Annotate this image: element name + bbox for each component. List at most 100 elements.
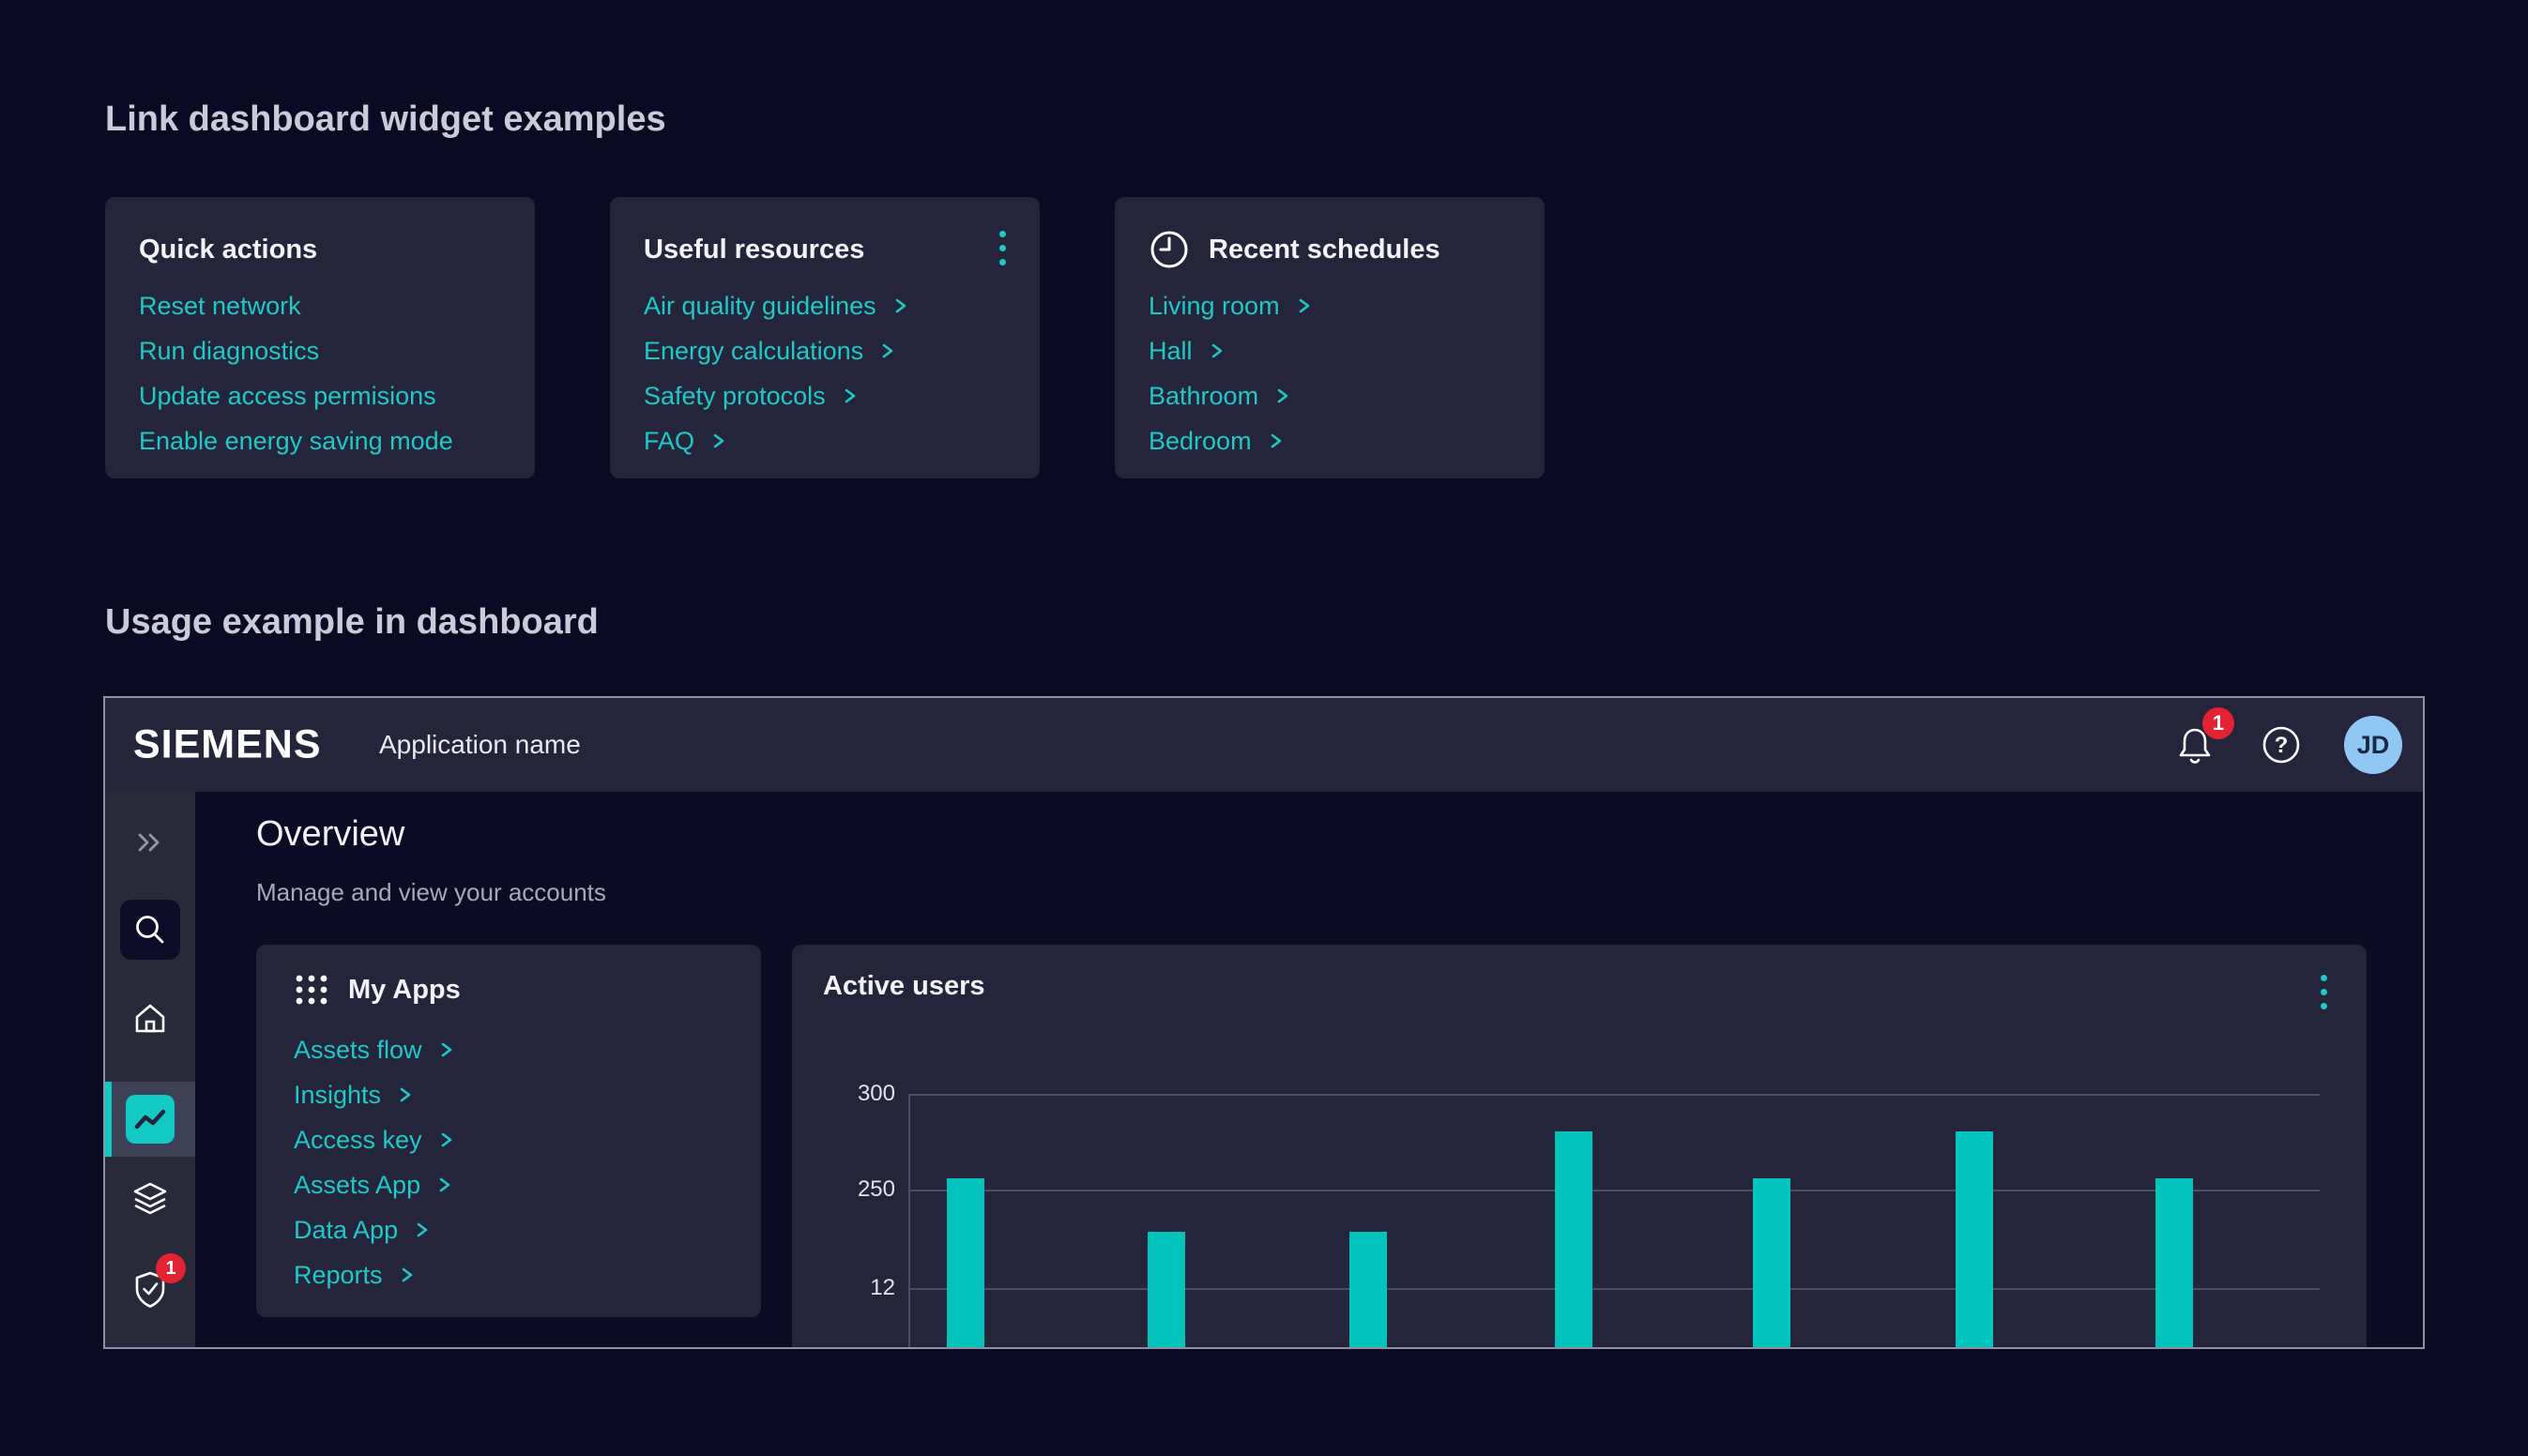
link-item[interactable]: Energy calculations: [644, 328, 1006, 373]
link-chevron-icon: [711, 431, 726, 451]
widget-title: My Apps: [348, 975, 461, 1006]
sidebar-item-layers[interactable]: [105, 1175, 195, 1223]
chart-bar: [2155, 1178, 2193, 1349]
home-icon: [128, 996, 173, 1041]
siemens-logo: SIEMENS: [133, 722, 322, 768]
help-button[interactable]: ?: [2258, 721, 2305, 768]
chart-bar: [1148, 1232, 1185, 1349]
link-item[interactable]: Reset network: [139, 283, 501, 328]
y-tick-label: 300: [858, 1081, 895, 1107]
link-item[interactable]: FAQ: [644, 418, 1006, 463]
widget-quick-actions: Quick actions Reset network Run diagnosti…: [105, 197, 535, 478]
link-item[interactable]: Data App: [294, 1207, 723, 1252]
header-actions: 1 ? JD: [2171, 716, 2402, 774]
notification-badge: 1: [2202, 707, 2234, 739]
link-label: Data App: [294, 1216, 398, 1245]
y-tick-label: 250: [858, 1176, 895, 1203]
y-tick-label: 12: [870, 1275, 895, 1301]
sidebar-item-security[interactable]: 1: [105, 1265, 195, 1313]
link-chevron-icon: [398, 1084, 413, 1105]
chart-gridline: [910, 1288, 2320, 1290]
active-indicator: [105, 1082, 112, 1157]
link-label: Air quality guidelines: [644, 292, 876, 321]
application-name: Application name: [379, 730, 581, 760]
link-chevron-icon: [1210, 341, 1225, 361]
sidebar: 1: [105, 792, 195, 1347]
link-chevron-icon: [1275, 386, 1290, 406]
sidebar-expand-button[interactable]: [105, 818, 195, 867]
double-chevron-right-icon: [134, 827, 166, 857]
svg-text:?: ?: [2275, 733, 2289, 758]
link-chevron-icon: [893, 296, 908, 316]
link-chevron-icon: [439, 1039, 454, 1060]
widget-link-list: Assets flow Insights Access keyAssets App D…: [294, 1027, 723, 1297]
chart-gridline: [910, 1190, 2320, 1191]
overview-title: Overview: [256, 814, 404, 855]
widget-link-list: Reset network Run diagnosticsUpdate acces…: [139, 283, 501, 463]
link-label: Bedroom: [1149, 427, 1252, 456]
link-item[interactable]: Assets App: [294, 1162, 723, 1207]
link-chevron-icon: [400, 1265, 415, 1285]
chart-bar: [947, 1178, 984, 1349]
link-item[interactable]: Bathroom: [1149, 373, 1511, 418]
app-body: 1 Overview Manage and view your accounts: [105, 792, 2423, 1347]
link-label: Energy calculations: [644, 337, 863, 366]
link-chevron-icon: [439, 1130, 454, 1150]
link-item[interactable]: Living room: [1149, 283, 1511, 328]
widget-title: Recent schedules: [1209, 235, 1440, 265]
link-label: Safety protocols: [644, 382, 826, 411]
link-item[interactable]: Reports: [294, 1252, 723, 1297]
link-label: Living room: [1149, 292, 1280, 321]
link-item[interactable]: Air quality guidelines: [644, 283, 1006, 328]
chart-bar: [1753, 1178, 1790, 1349]
link-item[interactable]: Hall: [1149, 328, 1511, 373]
apps-grid-icon: [294, 972, 329, 1008]
link-label: Reset network: [139, 292, 301, 321]
notifications-button[interactable]: 1: [2171, 721, 2218, 768]
avatar-initials: JD: [2357, 731, 2390, 760]
user-avatar[interactable]: JD: [2344, 716, 2402, 774]
overview-subtitle: Manage and view your accounts: [256, 878, 606, 907]
link-chevron-icon: [1297, 296, 1312, 316]
sidebar-search-button[interactable]: [120, 900, 180, 960]
dashboard-example: SIEMENS Application name 1: [103, 696, 2425, 1349]
link-label: Insights: [294, 1081, 381, 1110]
chart-gridline: [910, 1094, 2320, 1096]
trend-chart-icon: [126, 1095, 175, 1144]
link-item[interactable]: Enable energy saving mode: [139, 418, 501, 463]
link-chevron-icon: [415, 1220, 430, 1240]
link-item[interactable]: Assets flow: [294, 1027, 723, 1072]
page-heading-widget-examples: Link dashboard widget examples: [105, 99, 666, 140]
page: Link dashboard widget examples Quick act…: [0, 0, 2528, 1456]
widget-useful-resources: Useful resources Air quality guidelinesE…: [610, 197, 1040, 478]
chart-bar: [1956, 1131, 1993, 1349]
link-label: FAQ: [644, 427, 694, 456]
chart-title: Active users: [823, 971, 985, 1002]
link-item[interactable]: Update access permisions: [139, 373, 501, 418]
link-label: Enable energy saving mode: [139, 427, 453, 456]
link-item[interactable]: Run diagnostics: [139, 328, 501, 373]
link-chevron-icon: [880, 341, 895, 361]
link-item[interactable]: Safety protocols: [644, 373, 1006, 418]
active-users-widget: Active users 30025012: [792, 945, 2367, 1349]
link-item[interactable]: Bedroom: [1149, 418, 1511, 463]
chart-plot: 30025012: [908, 1094, 2320, 1349]
link-item[interactable]: Insights: [294, 1072, 723, 1117]
widget-examples-row: Quick actions Reset network Run diagnosti…: [105, 197, 1545, 478]
kebab-menu-icon[interactable]: [999, 231, 1006, 265]
link-label: Reports: [294, 1261, 383, 1290]
widget-title: Quick actions: [139, 235, 317, 265]
clock-icon: [1149, 229, 1190, 270]
link-item[interactable]: Access key: [294, 1117, 723, 1162]
link-label: Hall: [1149, 337, 1193, 366]
content-area: Overview Manage and view your accounts M…: [195, 792, 2423, 1347]
link-label: Assets flow: [294, 1036, 422, 1065]
sidebar-item-home[interactable]: [105, 994, 195, 1043]
sidebar-item-analytics[interactable]: [105, 1082, 195, 1157]
layers-icon: [128, 1176, 173, 1221]
link-chevron-icon: [843, 386, 858, 406]
widget-link-list: Living room Hall Bathroom Bedroom: [1149, 283, 1511, 463]
widget-link-list: Air quality guidelines Energy calculation…: [644, 283, 1006, 463]
my-apps-widget: My Apps Assets flow Insights Access keyAss…: [256, 945, 761, 1317]
kebab-menu-icon[interactable]: [2321, 975, 2327, 1009]
